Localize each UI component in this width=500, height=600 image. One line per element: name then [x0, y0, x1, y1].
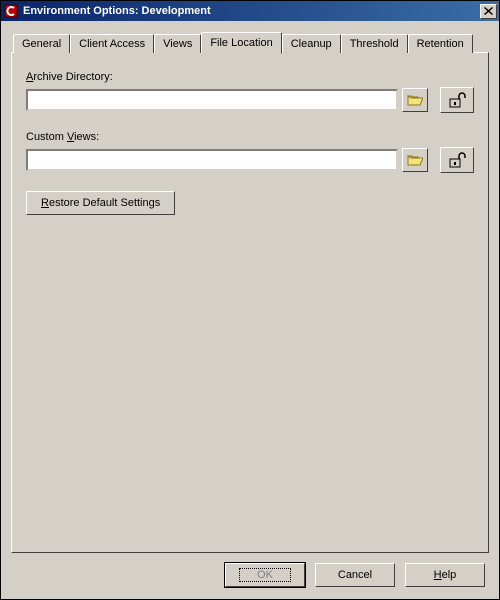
- dialog-button-bar: OK Cancel Help: [11, 553, 489, 591]
- window-title: Environment Options: Development: [23, 5, 480, 17]
- archive-directory-row: [26, 87, 474, 113]
- app-icon: [3, 3, 19, 19]
- tab-threshold[interactable]: Threshold: [341, 34, 408, 53]
- restore-row: Restore Default Settings: [26, 191, 474, 215]
- custom-views-label: Custom Views:: [26, 131, 474, 143]
- cancel-button[interactable]: Cancel: [315, 563, 395, 587]
- tab-client-access[interactable]: Client Access: [70, 34, 154, 53]
- restore-defaults-button[interactable]: Restore Default Settings: [26, 191, 175, 215]
- client-area: General Client Access Views File Locatio…: [1, 21, 499, 599]
- ok-button[interactable]: OK: [225, 563, 305, 587]
- unlock-icon: [448, 152, 466, 168]
- titlebar: Environment Options: Development: [1, 1, 499, 21]
- tabstrip: General Client Access Views File Locatio…: [11, 31, 489, 52]
- archive-lock-button[interactable]: [440, 87, 474, 113]
- custom-views-row: [26, 147, 474, 173]
- tabset: General Client Access Views File Locatio…: [11, 31, 489, 553]
- dialog-window: Environment Options: Development General…: [0, 0, 500, 600]
- tab-retention[interactable]: Retention: [408, 34, 473, 53]
- unlock-icon: [448, 92, 466, 108]
- folder-open-icon: [407, 93, 423, 107]
- tab-general[interactable]: General: [13, 34, 70, 53]
- custom-views-browse-button[interactable]: [402, 148, 428, 172]
- archive-directory-input[interactable]: [26, 89, 398, 111]
- tab-views[interactable]: Views: [154, 34, 201, 53]
- custom-views-input[interactable]: [26, 149, 398, 171]
- close-button[interactable]: [480, 4, 497, 19]
- folder-open-icon: [407, 153, 423, 167]
- tabpanel-file-location: Archive Directory:: [11, 52, 489, 553]
- archive-directory-label: Archive Directory:: [26, 71, 474, 83]
- custom-views-lock-button[interactable]: [440, 147, 474, 173]
- tab-file-location[interactable]: File Location: [201, 32, 281, 54]
- tab-cleanup[interactable]: Cleanup: [282, 34, 341, 53]
- help-button[interactable]: Help: [405, 563, 485, 587]
- archive-browse-button[interactable]: [402, 88, 428, 112]
